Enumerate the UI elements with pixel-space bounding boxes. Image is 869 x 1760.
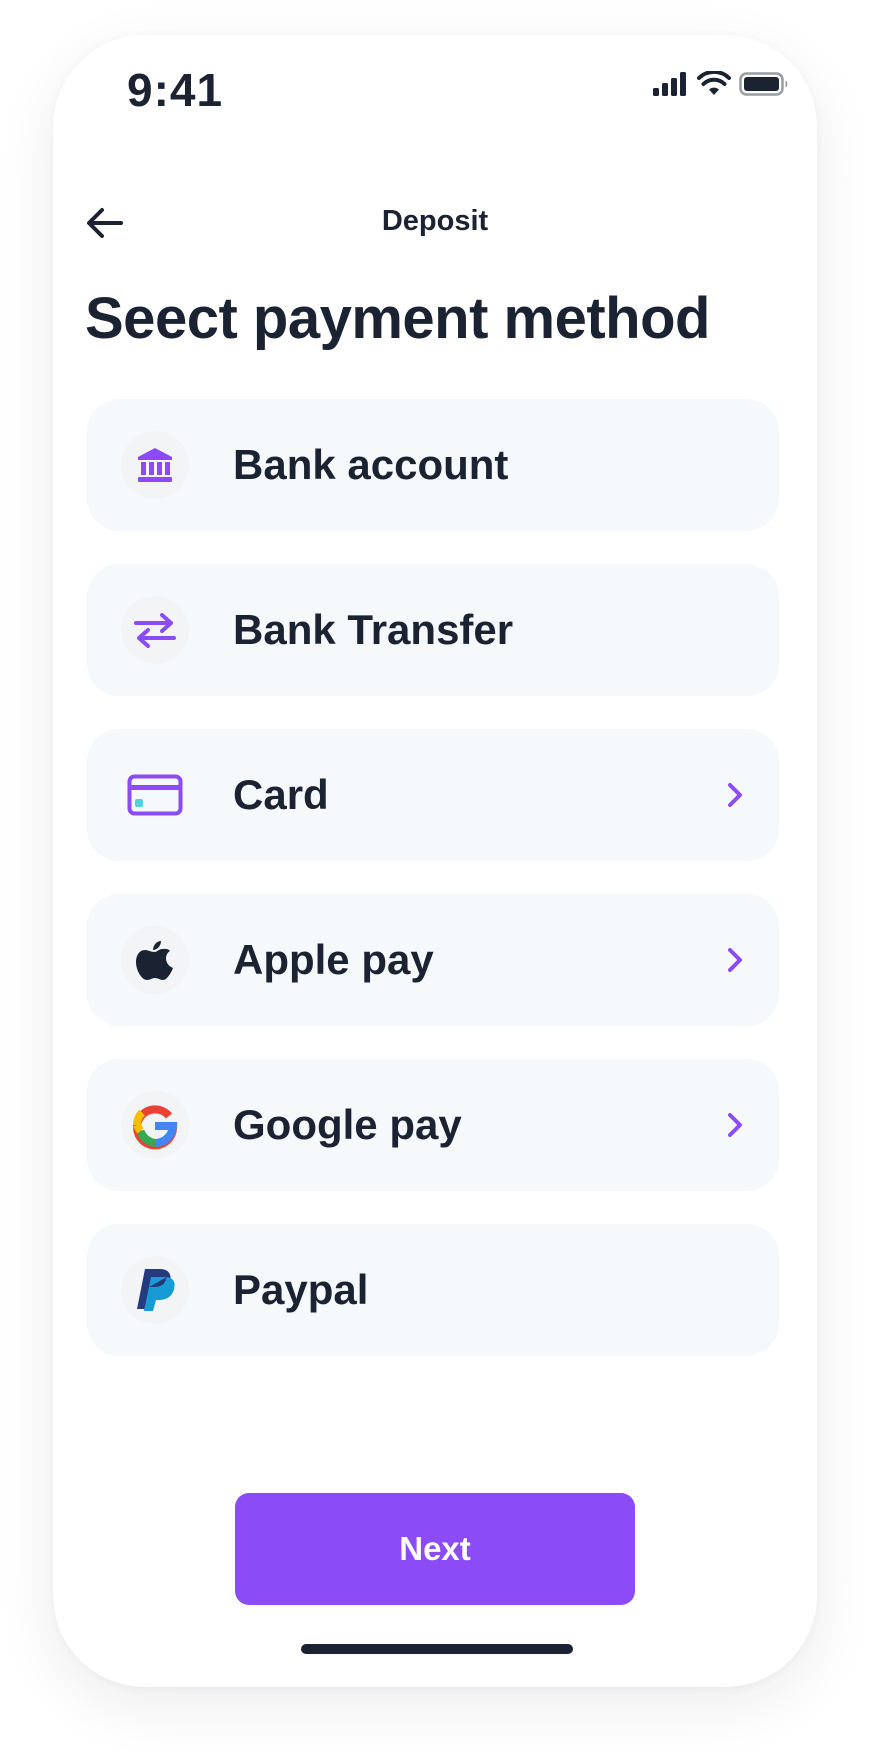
chevron-right-icon (719, 779, 751, 811)
method-label: Paypal (233, 1266, 369, 1313)
method-paypal[interactable]: Paypal (87, 1224, 779, 1356)
method-card[interactable]: Card (87, 729, 779, 861)
paypal-logo-icon (121, 1256, 189, 1324)
status-bar: 9:41 (53, 35, 817, 145)
method-label: Apple pay (233, 936, 434, 983)
chevron-right-icon (719, 1109, 751, 1141)
apple-logo-icon (121, 926, 189, 994)
method-label: Google pay (233, 1101, 462, 1148)
method-bank-account[interactable]: Bank account (87, 399, 779, 531)
battery-icon (739, 72, 789, 101)
next-button[interactable]: Next (235, 1493, 635, 1605)
cellular-signal-icon (653, 72, 689, 101)
method-bank-transfer[interactable]: Bank Transfer (87, 564, 779, 696)
method-label: Bank account (233, 441, 509, 488)
wifi-icon (697, 69, 731, 102)
status-time: 9:41 (127, 64, 224, 116)
method-google-pay[interactable]: Google pay (87, 1059, 779, 1191)
payment-method-list: Bank account Bank Transfer Card Apple pa… (87, 399, 779, 1389)
transfer-arrows-icon (121, 596, 189, 664)
google-logo-icon (121, 1091, 189, 1159)
method-label: Card (233, 771, 329, 818)
page-title: Deposit (381, 205, 489, 237)
bank-icon (121, 431, 189, 499)
phone-frame: 9:41 Deposit Seect payment method Bank a… (53, 35, 817, 1687)
status-icons (653, 69, 789, 102)
method-label: Bank Transfer (233, 606, 514, 653)
screen-canvas: 9:41 Deposit Seect payment method Bank a… (0, 0, 869, 1760)
home-indicator (301, 1644, 573, 1654)
credit-card-icon (121, 761, 189, 829)
method-apple-pay[interactable]: Apple pay (87, 894, 779, 1026)
section-heading: Seect payment method (85, 286, 710, 351)
top-navigation-bar: Deposit (53, 185, 817, 265)
chevron-right-icon (719, 944, 751, 976)
